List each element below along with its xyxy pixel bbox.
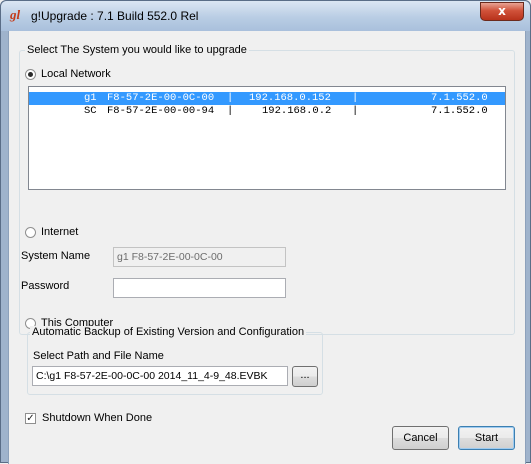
title-bar: gl g!Upgrade : 7.1 Build 552.0 Rel x [1,1,530,31]
system-ip: 192.168.0.152 [249,92,331,104]
cancel-button[interactable]: Cancel [392,426,449,450]
system-version: 7.1.552.0 [431,105,488,117]
internet-radio-dot[interactable] [25,226,36,238]
system-prefix: g1 [84,92,97,104]
system-name-field[interactable]: g1 F8-57-2E-00-0C-00 [113,247,286,267]
shutdown-checkbox[interactable]: ✓ Shutdown When Done [25,412,152,424]
system-prefix: SC [84,105,97,117]
window-title: g!Upgrade : 7.1 Build 552.0 Rel [31,9,199,23]
upgrade-window: gl g!Upgrade : 7.1 Build 552.0 Rel x Sel… [0,0,531,464]
local-network-label: Local Network [41,68,111,80]
system-version: 7.1.552.0 [431,92,488,104]
system-list-row[interactable]: g1 F8-57-2E-00-0C-00 | 192.168.0.152 | 7… [29,92,505,105]
close-button[interactable]: x [480,2,524,21]
column-separator: | [352,92,359,104]
browse-button[interactable]: ... [292,366,318,387]
internet-label: Internet [41,226,79,238]
system-name-label: System Name [21,250,91,262]
local-network-radio[interactable]: Local Network [25,68,111,80]
shutdown-label: Shutdown When Done [42,412,153,424]
column-separator: | [352,105,359,117]
system-mac: F8-57-2E-00-0C-00 [107,92,215,104]
password-label: Password [21,280,70,292]
system-list[interactable]: g1 F8-57-2E-00-0C-00 | 192.168.0.152 | 7… [28,86,506,190]
column-separator: | [227,92,234,104]
backup-legend: Automatic Backup of Existing Version and… [30,326,307,338]
system-list-row[interactable]: SC F8-57-2E-00-00-94 | 192.168.0.2 | 7.1… [29,105,505,118]
internet-radio[interactable]: Internet [25,226,78,238]
system-ip: 192.168.0.2 [262,105,332,117]
shutdown-check-box[interactable]: ✓ [25,412,36,424]
app-logo-icon: gl [10,7,21,22]
column-separator: | [227,105,234,117]
select-system-group: Select The System you would like to upgr… [19,44,515,335]
start-button[interactable]: Start [458,426,515,450]
path-label: Select Path and File Name [33,350,164,362]
backup-path-field[interactable]: C:\g1 F8-57-2E-00-0C-00 2014_11_4-9_48.E… [32,366,288,386]
dialog-body: Select The System you would like to upgr… [8,31,526,464]
system-mac: F8-57-2E-00-00-94 [107,105,215,117]
local-network-radio-dot[interactable] [25,68,36,80]
select-system-legend: Select The System you would like to upgr… [25,44,249,56]
close-icon: x [498,4,506,18]
password-field[interactable] [113,278,286,298]
backup-group: Automatic Backup of Existing Version and… [27,326,323,395]
